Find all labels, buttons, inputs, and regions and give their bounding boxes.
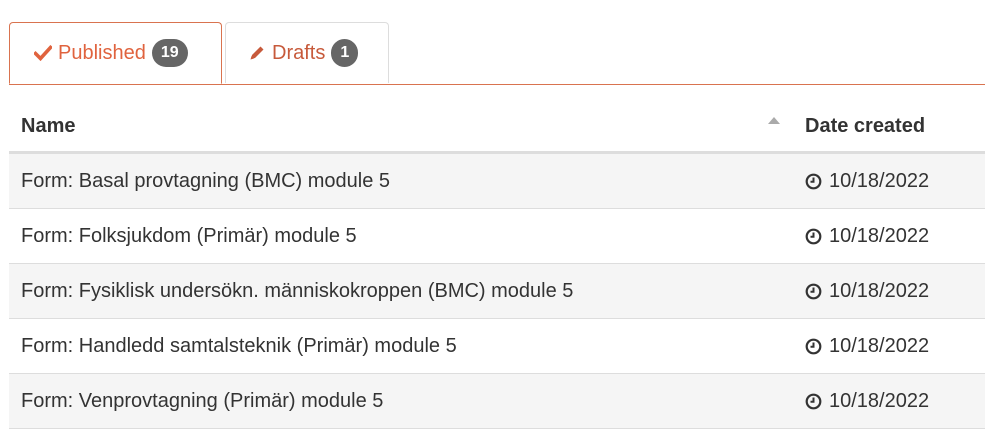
table-row[interactable]: Form: Fysiklisk undersökn. människokropp… <box>9 264 985 319</box>
drafts-count-badge: 1 <box>331 39 359 67</box>
sort-ascending-icon[interactable] <box>768 117 780 124</box>
date-cell: 10/18/2022 <box>805 225 929 248</box>
date-cell: 10/18/2022 <box>805 170 929 193</box>
date-created-value: 10/18/2022 <box>829 280 930 302</box>
clock-icon <box>805 338 822 355</box>
table-header: Name Date created <box>9 97 985 154</box>
date-cell: 10/18/2022 <box>805 280 929 303</box>
column-header-date-created[interactable]: Date created <box>805 115 925 138</box>
forms-table: Name Date created Form: Basal provtagnin… <box>9 97 985 429</box>
column-header-name[interactable]: Name <box>21 115 75 138</box>
published-count-badge: 19 <box>151 39 188 67</box>
table-row[interactable]: Form: Basal provtagning (BMC) module 5 1… <box>9 154 985 209</box>
form-name-link[interactable]: Form: Fysiklisk undersökn. människokropp… <box>21 280 573 303</box>
date-created-value: 10/18/2022 <box>829 225 930 247</box>
date-created-value: 10/18/2022 <box>829 390 930 412</box>
tab-drafts-label: Drafts <box>272 41 326 64</box>
pencil-icon <box>248 44 266 62</box>
date-cell: 10/18/2022 <box>805 390 929 413</box>
tab-drafts[interactable]: Drafts 1 <box>225 22 389 83</box>
date-created-value: 10/18/2022 <box>829 170 930 192</box>
date-cell: 10/18/2022 <box>805 335 929 358</box>
content-list-view: Published 19 Drafts 1 Name Date created … <box>0 0 985 435</box>
form-name-link[interactable]: Form: Handledd samtalsteknik (Primär) mo… <box>21 335 457 358</box>
form-name-link[interactable]: Form: Folksjukdom (Primär) module 5 <box>21 225 357 248</box>
clock-icon <box>805 173 822 190</box>
table-row[interactable]: Form: Venprovtagning (Primär) module 5 1… <box>9 374 985 429</box>
form-name-link[interactable]: Form: Venprovtagning (Primär) module 5 <box>21 390 383 413</box>
table-row[interactable]: Form: Folksjukdom (Primär) module 5 10/1… <box>9 209 985 264</box>
check-icon <box>34 45 52 61</box>
clock-icon <box>805 393 822 410</box>
tab-published-label: Published <box>58 41 146 64</box>
table-row[interactable]: Form: Handledd samtalsteknik (Primär) mo… <box>9 319 985 374</box>
date-created-value: 10/18/2022 <box>829 335 930 357</box>
tab-published[interactable]: Published 19 <box>9 22 222 84</box>
clock-icon <box>805 228 822 245</box>
tab-bar: Published 19 Drafts 1 <box>9 22 985 85</box>
clock-icon <box>805 283 822 300</box>
form-name-link[interactable]: Form: Basal provtagning (BMC) module 5 <box>21 170 390 193</box>
table-body: Form: Basal provtagning (BMC) module 5 1… <box>9 154 985 429</box>
